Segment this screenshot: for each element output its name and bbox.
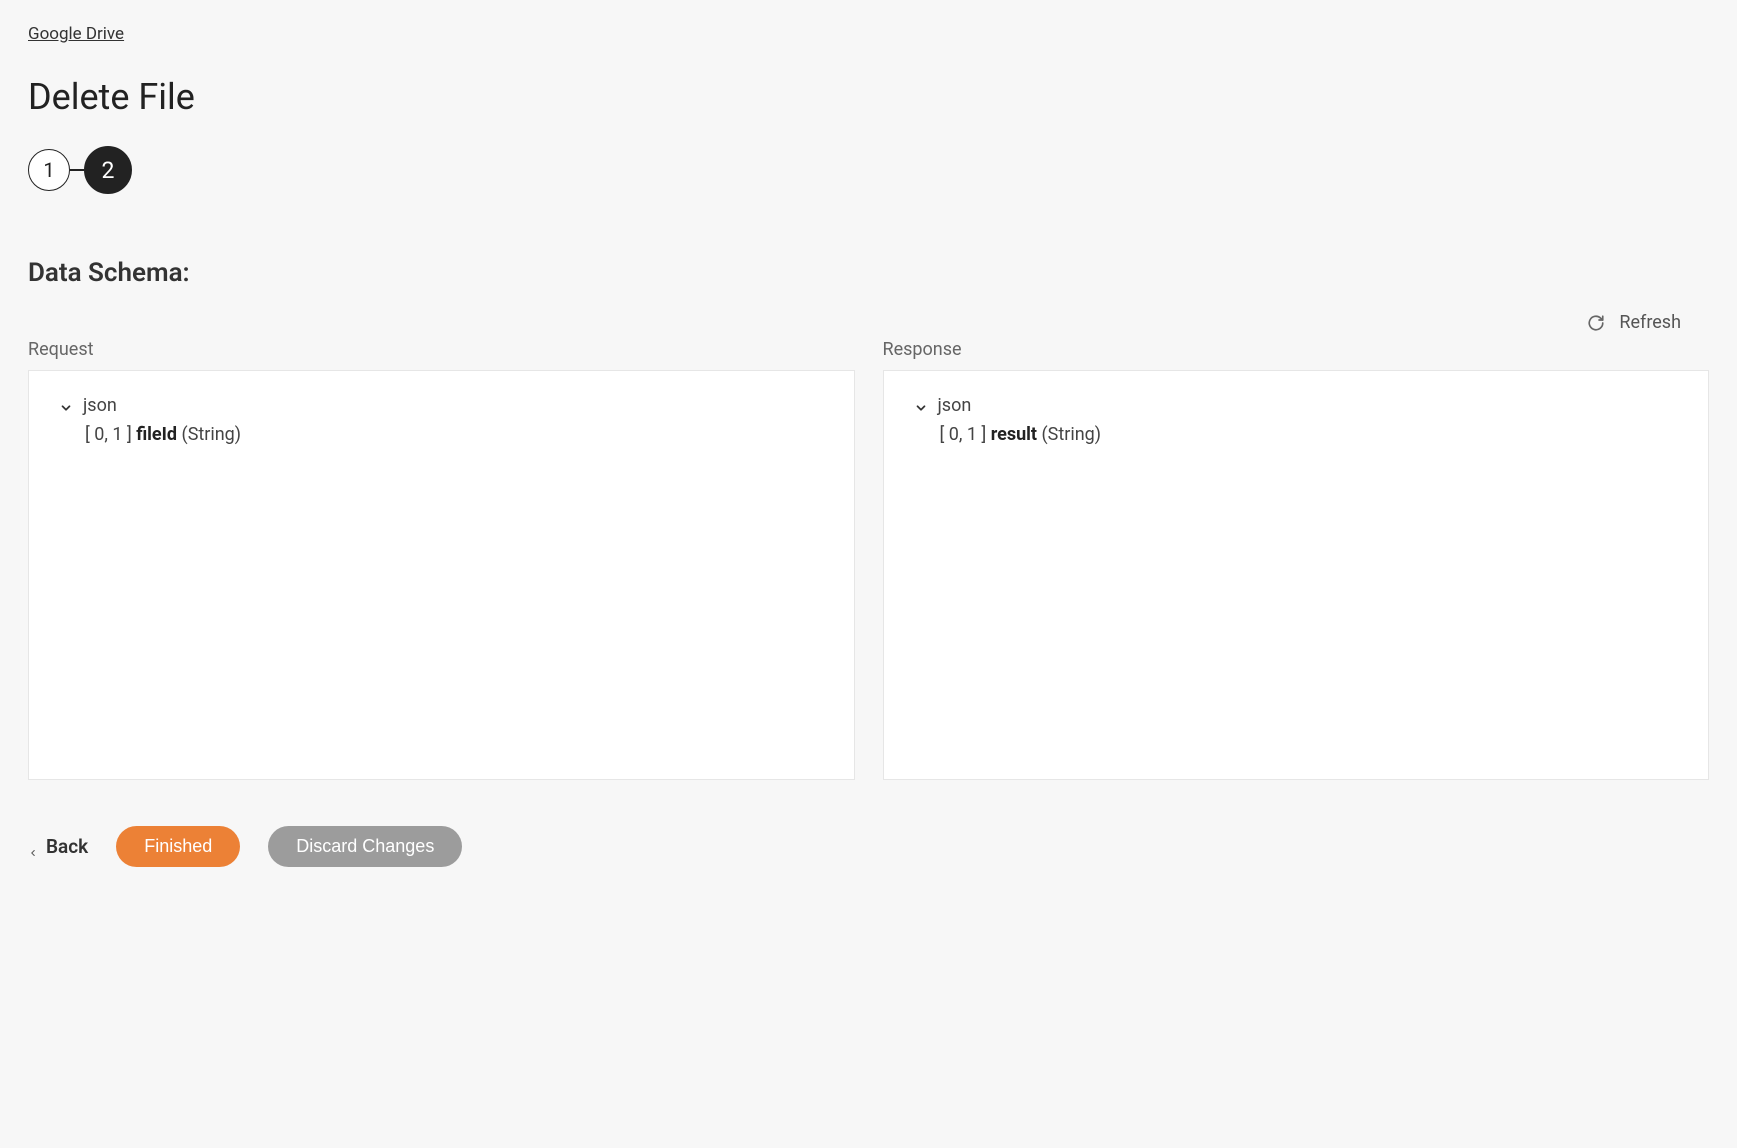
response-panel: json [ 0, 1 ] result (String): [883, 370, 1710, 780]
response-field-type: (String): [1041, 424, 1101, 445]
request-panel: json [ 0, 1 ] fileId (String): [28, 370, 855, 780]
response-field-name: result: [991, 424, 1037, 445]
refresh-button[interactable]: Refresh: [28, 312, 1709, 333]
chevron-left-icon: [28, 840, 38, 854]
request-field-cardinality: [ 0, 1 ]: [85, 424, 132, 445]
response-root-node[interactable]: json: [914, 395, 1679, 416]
step-2[interactable]: 2: [84, 146, 132, 194]
request-field-name: fileId: [136, 424, 177, 445]
step-1[interactable]: 1: [28, 149, 70, 191]
request-field-row[interactable]: [ 0, 1 ] fileId (String): [85, 424, 824, 445]
response-label: Response: [883, 339, 1710, 360]
back-button[interactable]: Back: [28, 835, 88, 858]
chevron-down-icon: [914, 399, 928, 413]
refresh-icon: [1587, 314, 1605, 332]
discard-button[interactable]: Discard Changes: [268, 826, 462, 867]
request-root-label: json: [83, 395, 117, 416]
request-field-type: (String): [182, 424, 242, 445]
breadcrumb-link[interactable]: Google Drive: [28, 24, 124, 44]
back-label: Back: [46, 835, 88, 858]
refresh-label: Refresh: [1619, 312, 1681, 333]
chevron-down-icon: [59, 399, 73, 413]
step-connector: [70, 169, 84, 171]
request-root-node[interactable]: json: [59, 395, 824, 416]
section-heading: Data Schema:: [28, 258, 1709, 288]
page-title: Delete File: [28, 76, 1709, 118]
response-field-row[interactable]: [ 0, 1 ] result (String): [940, 424, 1679, 445]
stepper: 1 2: [28, 146, 1709, 194]
request-label: Request: [28, 339, 855, 360]
response-root-label: json: [938, 395, 972, 416]
finished-button[interactable]: Finished: [116, 826, 240, 867]
response-field-cardinality: [ 0, 1 ]: [940, 424, 987, 445]
